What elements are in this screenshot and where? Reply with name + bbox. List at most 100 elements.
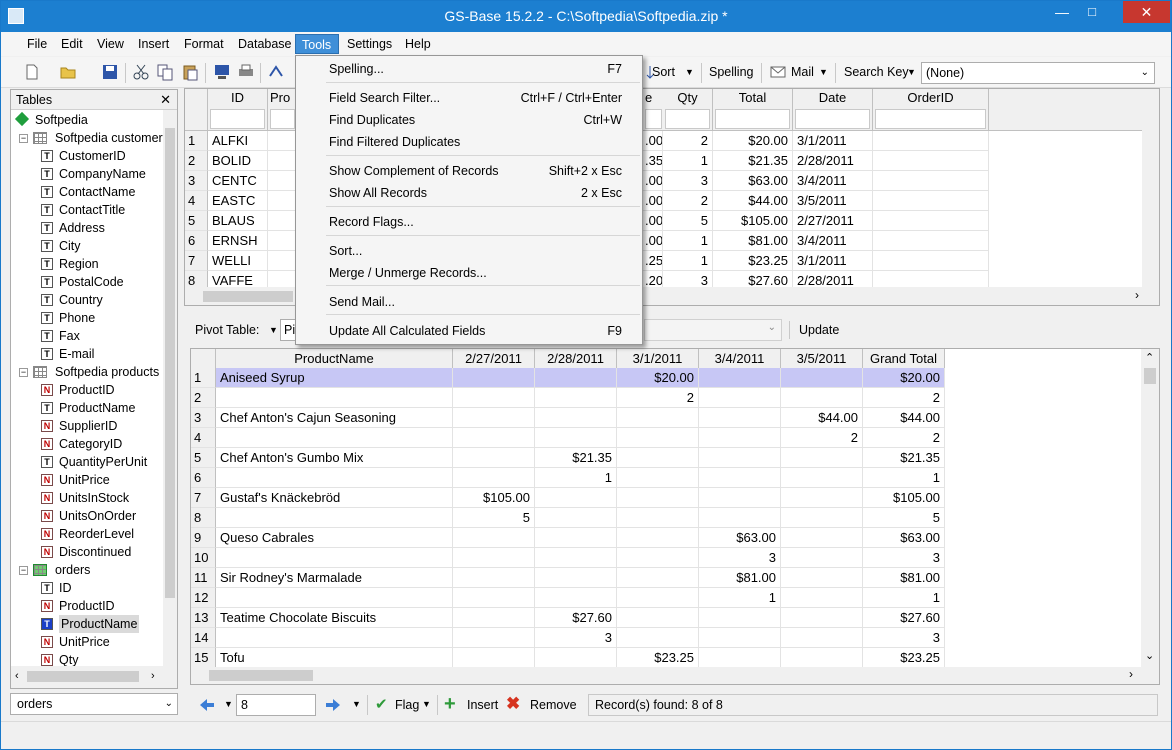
- monitor-icon[interactable]: [213, 63, 231, 81]
- sort-button[interactable]: Sort: [652, 65, 675, 79]
- pivot-cell[interactable]: [699, 408, 781, 428]
- mail-button[interactable]: Mail: [791, 65, 814, 79]
- pivot-cell[interactable]: [535, 528, 617, 548]
- pivot-cell[interactable]: [453, 588, 535, 608]
- pivot-cell[interactable]: [453, 628, 535, 648]
- tree-field-item[interactable]: N ReorderLevel: [35, 525, 161, 543]
- pivot-cell[interactable]: [453, 428, 535, 448]
- pivot-cell[interactable]: [617, 508, 699, 528]
- row-number[interactable]: 2: [191, 388, 216, 408]
- pivot-cell[interactable]: [781, 448, 863, 468]
- menu-insert[interactable]: Insert: [132, 34, 175, 54]
- collapse-icon[interactable]: −: [19, 566, 28, 575]
- row-number[interactable]: 1: [191, 368, 216, 388]
- pivot-cell[interactable]: [781, 528, 863, 548]
- minimize-button[interactable]: —: [1048, 1, 1076, 23]
- pivot-cell[interactable]: [453, 528, 535, 548]
- pivot-dropdown-icon[interactable]: ▼: [269, 325, 278, 335]
- tree-field-item[interactable]: T QuantityPerUnit: [35, 453, 161, 471]
- table-cell[interactable]: [268, 151, 298, 171]
- table-cell[interactable]: [873, 131, 989, 151]
- pivot-cell[interactable]: [535, 548, 617, 568]
- table-cell[interactable]: [268, 131, 298, 151]
- pivot-cell[interactable]: [453, 408, 535, 428]
- table-cell[interactable]: 1: [663, 151, 713, 171]
- tables-scroll-thumb[interactable]: [165, 128, 175, 598]
- prev-dropdown-icon[interactable]: ▼: [224, 699, 233, 709]
- pivot-cell[interactable]: [216, 628, 453, 648]
- pivot-cell[interactable]: $27.60: [535, 608, 617, 628]
- scroll-up-icon[interactable]: ⌃: [1145, 351, 1154, 364]
- table-cell[interactable]: ERNSH: [208, 231, 268, 251]
- row-number[interactable]: 10: [191, 548, 216, 568]
- pivot-cell[interactable]: [781, 388, 863, 408]
- tree-field-item[interactable]: T Fax: [35, 327, 161, 345]
- pivot-cell[interactable]: $44.00: [863, 408, 945, 428]
- pivot-cell[interactable]: $63.00: [863, 528, 945, 548]
- pivot-cell[interactable]: [535, 588, 617, 608]
- menu-file[interactable]: File: [21, 34, 53, 54]
- menu-settings[interactable]: Settings: [341, 34, 398, 54]
- pivot-cell[interactable]: $81.00: [863, 568, 945, 588]
- pivot-cell[interactable]: [699, 448, 781, 468]
- pivot-cell[interactable]: [216, 588, 453, 608]
- row-number[interactable]: 11: [191, 568, 216, 588]
- pivot-cell[interactable]: [781, 468, 863, 488]
- pivot-cell[interactable]: [535, 428, 617, 448]
- table-cell[interactable]: .00: [643, 131, 663, 151]
- pivot-cell[interactable]: [781, 548, 863, 568]
- pivot-cell[interactable]: $44.00: [781, 408, 863, 428]
- pivot-cell[interactable]: [781, 508, 863, 528]
- tree-field-item[interactable]: N Discontinued: [35, 543, 161, 561]
- table-cell[interactable]: .00: [643, 211, 663, 231]
- table-cell[interactable]: [268, 231, 298, 251]
- pivot-cell[interactable]: 3: [699, 548, 781, 568]
- pivot-cell[interactable]: [617, 428, 699, 448]
- column-filter-input[interactable]: [875, 109, 986, 129]
- pivot-cell[interactable]: $81.00: [699, 568, 781, 588]
- pivot-cell[interactable]: [699, 368, 781, 388]
- pivot-cell[interactable]: [535, 508, 617, 528]
- menu-item[interactable]: Find Filtered Duplicates: [296, 132, 642, 152]
- pivot-cell[interactable]: [699, 388, 781, 408]
- pivot-cell[interactable]: [781, 608, 863, 628]
- table-cell[interactable]: 3/4/2011: [793, 231, 873, 251]
- pivot-cell[interactable]: [781, 568, 863, 588]
- cut-icon[interactable]: [132, 63, 150, 81]
- menu-item[interactable]: Send Mail...: [296, 292, 642, 312]
- table-cell[interactable]: [268, 191, 298, 211]
- pivot-cell[interactable]: $21.35: [863, 448, 945, 468]
- pivot-cell[interactable]: [535, 568, 617, 588]
- pivot-cell[interactable]: [781, 368, 863, 388]
- column-filter-input[interactable]: [795, 109, 870, 129]
- pivot-cell[interactable]: [781, 628, 863, 648]
- menu-item[interactable]: Update All Calculated Fields F9: [296, 321, 642, 341]
- pivot-cell[interactable]: 1: [535, 468, 617, 488]
- pivot-cell[interactable]: [453, 448, 535, 468]
- pivot-cell[interactable]: 1: [863, 588, 945, 608]
- orders-vscrollbar[interactable]: [1142, 89, 1159, 287]
- tables-hscrollbar[interactable]: ‹ ›: [11, 666, 177, 688]
- pivot-cell[interactable]: Chef Anton's Gumbo Mix: [216, 448, 453, 468]
- menu-format[interactable]: Format: [178, 34, 230, 54]
- table-cell[interactable]: EASTC: [208, 191, 268, 211]
- pivot-vscrollbar[interactable]: [1141, 349, 1159, 667]
- close-button[interactable]: ✕: [1123, 1, 1170, 23]
- pivot-cell[interactable]: 3: [535, 628, 617, 648]
- print-icon[interactable]: [237, 63, 255, 81]
- menu-item[interactable]: Show All Records 2 x Esc: [296, 183, 642, 203]
- table-cell[interactable]: .35: [643, 151, 663, 171]
- pivot-cell[interactable]: [535, 648, 617, 668]
- row-number[interactable]: 4: [191, 428, 216, 448]
- table-cell[interactable]: $63.00: [713, 171, 793, 191]
- pivot-cell[interactable]: 1: [699, 588, 781, 608]
- pivot-cell[interactable]: [617, 548, 699, 568]
- pivot-hscrollbar[interactable]: [191, 667, 1159, 684]
- pivot-column-header[interactable]: 3/4/2011: [699, 349, 781, 369]
- pivot-cell[interactable]: [699, 468, 781, 488]
- pivot-cell[interactable]: [453, 568, 535, 588]
- table-cell[interactable]: [873, 151, 989, 171]
- scroll-right-icon[interactable]: ›: [151, 670, 155, 682]
- row-number[interactable]: 2: [185, 151, 208, 171]
- column-filter-input[interactable]: [210, 109, 265, 129]
